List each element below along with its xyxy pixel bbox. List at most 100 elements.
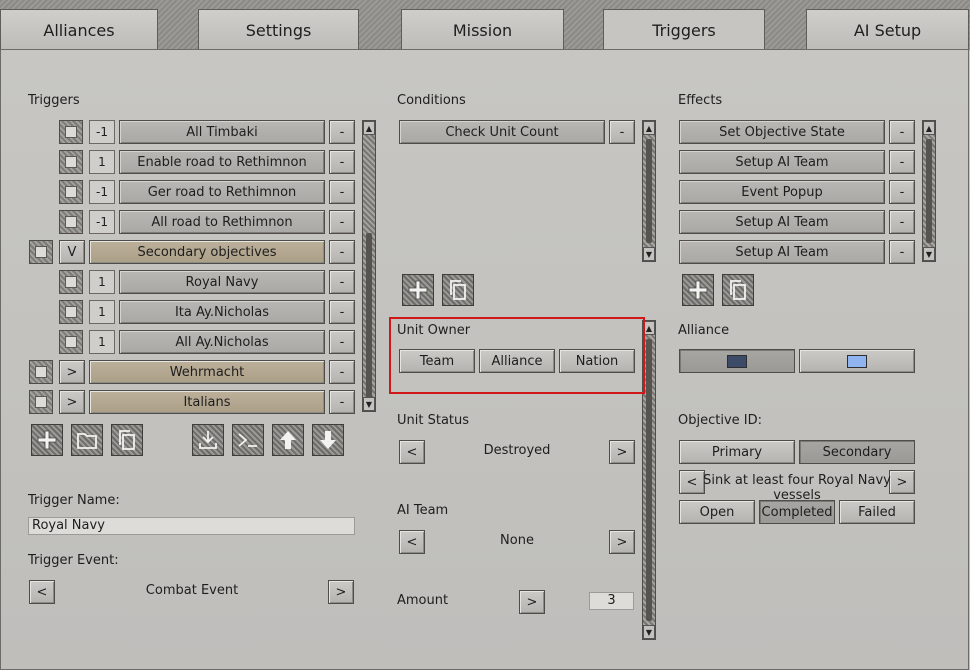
- amount-field[interactable]: 3: [589, 592, 634, 610]
- trigger-item[interactable]: All road to Rethimnon: [119, 210, 325, 234]
- tab-ai-setup[interactable]: AI Setup: [806, 9, 969, 50]
- trigger-count-field[interactable]: -1: [89, 210, 115, 234]
- scroll-up-arrow[interactable]: ▲: [643, 121, 655, 135]
- scroll-up-arrow[interactable]: ▲: [363, 121, 375, 135]
- add-folder-button[interactable]: [71, 424, 103, 456]
- trigger-enable-checkbox[interactable]: [59, 120, 83, 144]
- trigger-enable-checkbox[interactable]: [59, 300, 83, 324]
- trigger-enable-checkbox[interactable]: [59, 150, 83, 174]
- unit-status-prev-button[interactable]: <: [399, 440, 425, 464]
- add-effect-button[interactable]: [682, 274, 714, 306]
- scroll-down-arrow[interactable]: ▼: [643, 247, 655, 261]
- trigger-item[interactable]: Ita Ay.Nicholas: [119, 300, 325, 324]
- trigger-count-field[interactable]: 1: [89, 270, 115, 294]
- trigger-item[interactable]: Enable road to Rethimnon: [119, 150, 325, 174]
- trigger-event-prev-button[interactable]: <: [29, 580, 55, 604]
- add-trigger-button[interactable]: [31, 424, 63, 456]
- trigger-item[interactable]: All Timbaki: [119, 120, 325, 144]
- remove-trigger-button[interactable]: -: [329, 390, 355, 414]
- trigger-group[interactable]: Wehrmacht: [89, 360, 325, 384]
- trigger-item[interactable]: All Ay.Nicholas: [119, 330, 325, 354]
- remove-effect-button[interactable]: -: [889, 240, 915, 264]
- scroll-down-arrow[interactable]: ▼: [643, 625, 655, 639]
- tab-mission[interactable]: Mission: [401, 9, 564, 50]
- trigger-name-field[interactable]: Royal Navy: [28, 517, 355, 535]
- duplicate-trigger-button[interactable]: [111, 424, 143, 456]
- trigger-count-field[interactable]: 1: [89, 330, 115, 354]
- scroll-thumb[interactable]: [926, 139, 932, 243]
- remove-trigger-button[interactable]: -: [329, 120, 355, 144]
- trigger-count-field[interactable]: -1: [89, 180, 115, 204]
- remove-trigger-button[interactable]: -: [329, 330, 355, 354]
- effect-item[interactable]: Setup AI Team: [679, 150, 885, 174]
- ai-team-next-button[interactable]: >: [609, 530, 635, 554]
- remove-trigger-button[interactable]: -: [329, 360, 355, 384]
- alliance-b-button[interactable]: [799, 349, 915, 373]
- effect-item[interactable]: Setup AI Team: [679, 210, 885, 234]
- remove-effect-button[interactable]: -: [889, 120, 915, 144]
- trigger-enable-checkbox[interactable]: [59, 330, 83, 354]
- remove-trigger-button[interactable]: -: [329, 210, 355, 234]
- remove-condition-button[interactable]: -: [609, 120, 635, 144]
- trigger-group[interactable]: Secondary objectives: [89, 240, 325, 264]
- trigger-enable-checkbox[interactable]: [59, 210, 83, 234]
- console-button[interactable]: [232, 424, 264, 456]
- group-expand-toggle[interactable]: >: [59, 360, 85, 384]
- scroll-down-arrow[interactable]: ▼: [923, 247, 935, 261]
- remove-trigger-button[interactable]: -: [329, 150, 355, 174]
- group-expand-toggle[interactable]: >: [59, 390, 85, 414]
- trigger-item[interactable]: Royal Navy: [119, 270, 325, 294]
- trigger-event-next-button[interactable]: >: [328, 580, 354, 604]
- remove-effect-button[interactable]: -: [889, 150, 915, 174]
- unit-owner-team-button[interactable]: Team: [399, 349, 475, 373]
- conditions-scrollbar[interactable]: ▲ ▼: [642, 120, 656, 262]
- remove-trigger-button[interactable]: -: [329, 180, 355, 204]
- effect-item[interactable]: Event Popup: [679, 180, 885, 204]
- alliance-a-button[interactable]: [679, 349, 795, 373]
- trigger-group[interactable]: Italians: [89, 390, 325, 414]
- trigger-enable-checkbox[interactable]: [29, 360, 53, 384]
- unit-status-next-button[interactable]: >: [609, 440, 635, 464]
- objective-primary-button[interactable]: Primary: [679, 440, 795, 464]
- move-down-button[interactable]: [312, 424, 344, 456]
- effect-item[interactable]: Setup AI Team: [679, 240, 885, 264]
- objective-state-open-button[interactable]: Open: [679, 500, 755, 524]
- duplicate-condition-button[interactable]: [442, 274, 474, 306]
- trigger-count-field[interactable]: -1: [89, 120, 115, 144]
- trigger-enable-checkbox[interactable]: [29, 240, 53, 264]
- remove-trigger-button[interactable]: -: [329, 300, 355, 324]
- trigger-item[interactable]: Ger road to Rethimnon: [119, 180, 325, 204]
- effects-scrollbar[interactable]: ▲ ▼: [922, 120, 936, 262]
- trigger-enable-checkbox[interactable]: [59, 270, 83, 294]
- remove-effect-button[interactable]: -: [889, 210, 915, 234]
- move-up-button[interactable]: [272, 424, 304, 456]
- trigger-enable-checkbox[interactable]: [59, 180, 83, 204]
- scroll-down-arrow[interactable]: ▼: [363, 397, 375, 411]
- remove-trigger-button[interactable]: -: [329, 240, 355, 264]
- effect-item[interactable]: Set Objective State: [679, 120, 885, 144]
- tab-settings[interactable]: Settings: [198, 9, 359, 50]
- triggers-scrollbar[interactable]: ▲ ▼: [362, 120, 376, 412]
- ai-team-prev-button[interactable]: <: [399, 530, 425, 554]
- unit-owner-nation-button[interactable]: Nation: [559, 349, 635, 373]
- trigger-enable-checkbox[interactable]: [29, 390, 53, 414]
- trigger-count-field[interactable]: 1: [89, 150, 115, 174]
- scroll-thumb[interactable]: [646, 139, 652, 243]
- condition-item[interactable]: Check Unit Count: [399, 120, 605, 144]
- tab-alliances[interactable]: Alliances: [0, 9, 158, 50]
- duplicate-effect-button[interactable]: [722, 274, 754, 306]
- amount-increase-button[interactable]: >: [519, 590, 545, 614]
- add-condition-button[interactable]: [402, 274, 434, 306]
- remove-effect-button[interactable]: -: [889, 180, 915, 204]
- import-trigger-button[interactable]: [192, 424, 224, 456]
- scroll-up-arrow[interactable]: ▲: [923, 121, 935, 135]
- group-expand-toggle[interactable]: V: [59, 240, 85, 264]
- objective-secondary-button[interactable]: Secondary: [799, 440, 915, 464]
- tab-triggers[interactable]: Triggers: [603, 9, 765, 51]
- scroll-thumb[interactable]: [366, 233, 372, 403]
- scroll-thumb[interactable]: [646, 339, 652, 621]
- objective-state-completed-button[interactable]: Completed: [759, 500, 835, 524]
- trigger-count-field[interactable]: 1: [89, 300, 115, 324]
- remove-trigger-button[interactable]: -: [329, 270, 355, 294]
- objective-state-failed-button[interactable]: Failed: [839, 500, 915, 524]
